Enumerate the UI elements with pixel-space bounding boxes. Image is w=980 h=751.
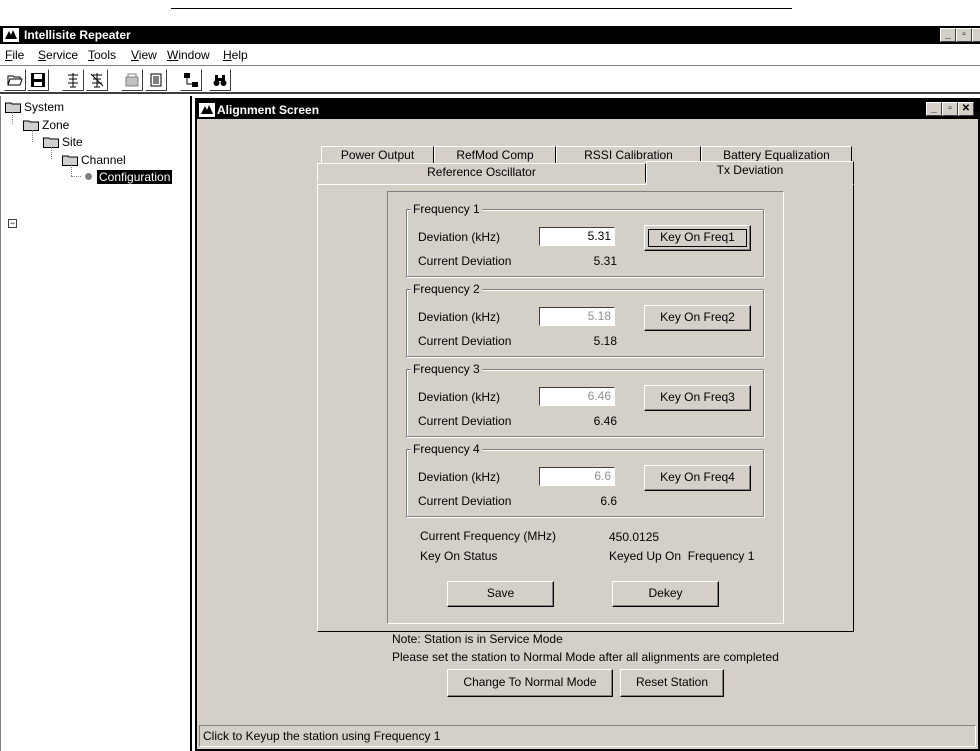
change-to-normal-mode-button[interactable]: Change To Normal Mode xyxy=(447,669,613,697)
group-legend: Frequency 4 xyxy=(411,442,482,456)
current-deviation-value-1: 5.31 xyxy=(593,254,617,268)
menu-tools[interactable]: Tools xyxy=(88,48,116,62)
network-icon[interactable] xyxy=(180,69,202,91)
document-icon[interactable] xyxy=(145,69,167,91)
current-frequency-label: Current Frequency (MHz) xyxy=(420,529,557,543)
tx-deviation-panel: Frequency 1 Deviation (kHz) 5.31 Key On … xyxy=(317,184,854,632)
frequency-4-group: Frequency 4 Deviation (kHz) 6.6 Key On F… xyxy=(406,442,764,517)
tree-connector xyxy=(32,130,33,142)
folder-icon xyxy=(23,120,39,131)
frequency-1-group: Frequency 1 Deviation (kHz) 5.31 Key On … xyxy=(406,202,764,277)
child-minimize-button[interactable]: _ xyxy=(926,102,942,116)
tree-item-configuration[interactable]: Configuration xyxy=(83,169,173,185)
current-deviation-label: Current Deviation xyxy=(418,494,512,508)
tree-item-site[interactable]: Site xyxy=(43,134,83,150)
key-on-status-label: Key On Status xyxy=(420,549,498,563)
menu-view[interactable]: View xyxy=(131,48,157,62)
toolbar xyxy=(0,67,980,94)
tower-disconnect-icon[interactable] xyxy=(86,69,108,91)
folder-icon xyxy=(5,102,21,113)
group-legend: Frequency 3 xyxy=(411,362,482,376)
app-icon xyxy=(3,28,19,42)
child-restore-button[interactable]: ▫ xyxy=(942,102,958,116)
top-rule xyxy=(171,8,792,9)
tree-item-system[interactable]: System xyxy=(5,99,64,115)
tree-connector xyxy=(12,112,13,124)
menu-help[interactable]: Help xyxy=(223,48,248,62)
child-close-button[interactable]: ✕ xyxy=(958,102,974,116)
key-on-freq2-button[interactable]: Key On Freq2 xyxy=(644,305,751,331)
minimize-button[interactable]: _ xyxy=(940,28,956,42)
alignment-title: Alignment Screen xyxy=(217,103,320,117)
deviation-label: Deviation (kHz) xyxy=(418,230,501,244)
tab-tx-deviation[interactable]: Tx Deviation xyxy=(646,161,854,185)
key-on-freq1-button[interactable]: Key On Freq1 xyxy=(644,225,751,251)
app-title: Intellisite Repeater xyxy=(24,28,131,42)
deviation-input-3[interactable]: 6.46 xyxy=(539,387,615,406)
app-titlebar: Intellisite Repeater _ ▫ xyxy=(0,26,980,44)
deviation-label: Deviation (kHz) xyxy=(418,310,501,324)
restore-button[interactable]: ▫ xyxy=(956,28,972,42)
key-on-freq4-button[interactable]: Key On Freq4 xyxy=(644,465,751,491)
tree-connector xyxy=(71,164,72,176)
current-deviation-label: Current Deviation xyxy=(418,254,512,268)
dekey-button[interactable]: Dekey xyxy=(612,581,719,607)
deviation-input-1[interactable]: 5.31 xyxy=(539,227,615,246)
tree-panel: System − Zone Site Channel Configuration xyxy=(0,96,192,751)
deviation-input-4[interactable]: 6.6 xyxy=(539,467,615,486)
alignment-window: Alignment Screen _ ▫ ✕ Power Output RefM… xyxy=(195,98,980,751)
tree-connector xyxy=(51,147,52,159)
group-legend: Frequency 2 xyxy=(411,282,482,296)
tree-connector xyxy=(71,176,81,177)
frequency-3-group: Frequency 3 Deviation (kHz) 6.46 Key On … xyxy=(406,362,764,437)
close-button[interactable] xyxy=(972,28,980,42)
save-disk-icon[interactable] xyxy=(27,69,49,91)
open-folder-icon[interactable] xyxy=(4,69,26,91)
normal-mode-instruction: Please set the station to Normal Mode af… xyxy=(392,650,779,664)
binoculars-icon[interactable] xyxy=(209,69,231,91)
menu-service[interactable]: Service xyxy=(38,48,78,62)
status-bar: Click to Keyup the station using Frequen… xyxy=(199,725,976,747)
current-deviation-label: Current Deviation xyxy=(418,334,512,348)
current-frequency-value: 450.0125 xyxy=(609,530,660,544)
deviation-input-2[interactable]: 5.18 xyxy=(539,307,615,326)
deviation-label: Deviation (kHz) xyxy=(418,390,501,404)
service-mode-note: Note: Station is in Service Mode xyxy=(392,632,563,646)
menu-bar: File Service Tools View Window Help xyxy=(0,44,980,66)
current-deviation-label: Current Deviation xyxy=(418,414,512,428)
tab-reference-oscillator[interactable]: Reference Oscillator xyxy=(317,163,646,183)
current-deviation-value-3: 6.46 xyxy=(593,414,617,428)
tree-item-zone[interactable]: Zone xyxy=(23,117,69,133)
menu-file[interactable]: File xyxy=(5,48,24,62)
alignment-titlebar: Alignment Screen _ ▫ ✕ xyxy=(197,100,978,119)
reset-station-button[interactable]: Reset Station xyxy=(620,669,724,697)
deviation-label: Deviation (kHz) xyxy=(418,470,501,484)
key-on-status-value: Keyed Up On Frequency 1 xyxy=(609,549,755,563)
bullet-icon xyxy=(85,173,92,180)
group-legend: Frequency 1 xyxy=(411,202,482,216)
tower-connect-icon[interactable] xyxy=(62,69,84,91)
key-on-freq3-button[interactable]: Key On Freq3 xyxy=(644,385,751,411)
save-button[interactable]: Save xyxy=(447,581,554,607)
frequency-2-group: Frequency 2 Deviation (kHz) 5.18 Key On … xyxy=(406,282,764,357)
deviation-box: Frequency 1 Deviation (kHz) 5.31 Key On … xyxy=(387,191,784,624)
station-icon[interactable] xyxy=(121,69,143,91)
expand-zone-icon[interactable]: − xyxy=(8,219,17,228)
menu-window[interactable]: Window xyxy=(167,48,210,62)
current-deviation-value-4: 6.6 xyxy=(600,494,617,508)
folder-icon xyxy=(62,155,78,166)
current-deviation-value-2: 5.18 xyxy=(593,334,617,348)
app-icon xyxy=(199,103,215,117)
